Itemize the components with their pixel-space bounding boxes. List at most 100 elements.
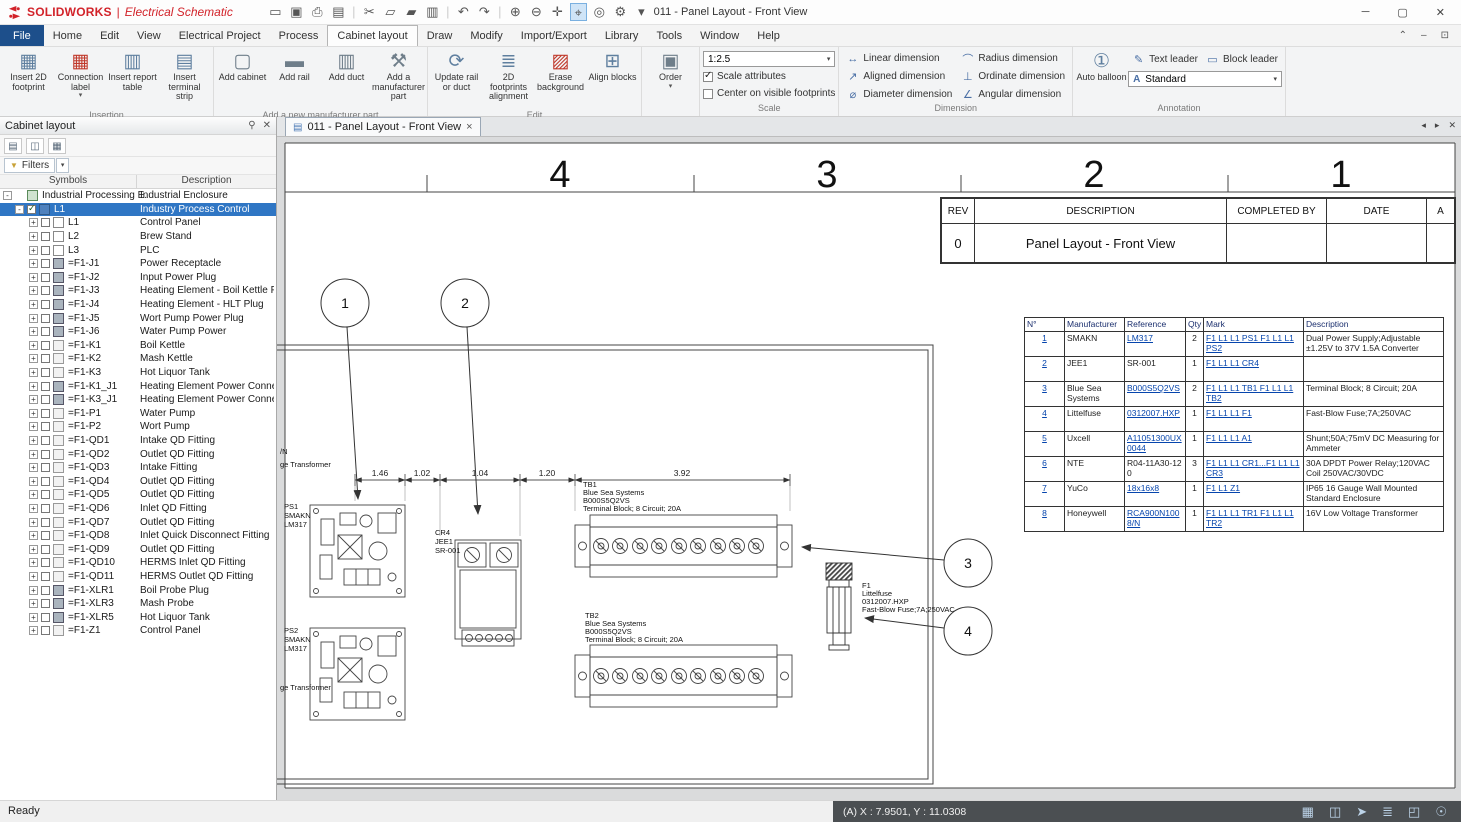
- tree-checkbox[interactable]: [41, 409, 50, 418]
- tree-row[interactable]: + =F1-J5 Wort Pump Power Plug: [0, 311, 276, 325]
- expand-toggle[interactable]: -: [3, 191, 12, 200]
- viewport-icon[interactable]: ◰: [1408, 804, 1420, 820]
- tree-checkbox[interactable]: [41, 586, 50, 595]
- expand-toggle[interactable]: +: [29, 354, 38, 363]
- expand-toggle[interactable]: +: [29, 518, 38, 527]
- insert-2d-footprint[interactable]: ▦Insert 2D footprint: [3, 48, 54, 110]
- expand-toggle[interactable]: +: [29, 314, 38, 323]
- grid-view-icon[interactable]: ▦: [48, 138, 66, 154]
- line-style-icon[interactable]: ≣: [1382, 804, 1393, 820]
- bom-row[interactable]: 2 JEE1 SR-001 1 F1 L1 L1 CR4: [1025, 357, 1444, 382]
- bom-row[interactable]: 7 YuCo 18x16x8 1 F1 L1 Z1 IP65 16 Gauge …: [1025, 482, 1444, 507]
- tree-checkbox[interactable]: [41, 327, 50, 336]
- paste-icon[interactable]: ▰: [403, 3, 420, 21]
- close-panel-icon[interactable]: ✕: [263, 120, 271, 131]
- tree-row[interactable]: + =F1-K2 Mash Kettle: [0, 352, 276, 366]
- bom-mark-link[interactable]: F1 L1 L1 TR1 F1 L1 L1 TR2: [1206, 508, 1294, 528]
- menu-item[interactable]: Import/Export: [512, 25, 596, 46]
- tree-row[interactable]: + =F1-QD7 Outlet QD Fitting: [0, 515, 276, 529]
- bom-mark-link[interactable]: F1 L1 L1 CR1...F1 L1 L1 CR3: [1206, 458, 1300, 478]
- tree-checkbox[interactable]: [41, 422, 50, 431]
- separator[interactable]: |: [351, 3, 357, 21]
- tree-checkbox[interactable]: [41, 572, 50, 581]
- close-button[interactable]: ✕: [1436, 6, 1445, 19]
- expand-toggle[interactable]: +: [29, 409, 38, 418]
- bom-number-link[interactable]: 3: [1042, 383, 1047, 393]
- 2d-footprints-alignment[interactable]: ≣2D footprints alignment: [483, 48, 534, 110]
- tree-checkbox[interactable]: [41, 314, 50, 323]
- insert-terminal-strip[interactable]: ▤Insert terminal strip: [159, 48, 210, 110]
- expand-toggle[interactable]: +: [29, 232, 38, 241]
- tree-row[interactable]: + =F1-QD6 Inlet QD Fitting: [0, 502, 276, 516]
- tree-row[interactable]: + =F1-QD5 Outlet QD Fitting: [0, 488, 276, 502]
- tree-checkbox[interactable]: [41, 259, 50, 268]
- bom-row[interactable]: 5 Uxcell A11051300UX0044 1 F1 L1 L1 A1 S…: [1025, 432, 1444, 457]
- bom-mark-link[interactable]: F1 L1 L1 TB1 F1 L1 L1 TB2: [1206, 383, 1293, 403]
- expand-toggle[interactable]: +: [29, 436, 38, 445]
- auto-balloon-button[interactable]: ①Auto balloon: [1076, 48, 1127, 103]
- tree-row[interactable]: + =F1-QD1 Intake QD Fitting: [0, 434, 276, 448]
- menu-item[interactable]: Cabinet layout: [327, 25, 417, 46]
- tree-row[interactable]: + =F1-J4 Heating Element - HLT Plug: [0, 298, 276, 312]
- bom-number-link[interactable]: 7: [1042, 483, 1047, 493]
- expand-toggle[interactable]: +: [29, 477, 38, 486]
- redo-icon[interactable]: ↷: [476, 3, 493, 21]
- tree-row[interactable]: + =F1-K1_J1 Heating Element Power Conne.…: [0, 379, 276, 393]
- save-icon[interactable]: ▣: [288, 3, 305, 21]
- bom-reference-link[interactable]: 0312007.HXP: [1127, 408, 1180, 418]
- bom-row[interactable]: 4 Littelfuse 0312007.HXP 1 F1 L1 L1 F1 F…: [1025, 407, 1444, 432]
- tb2-footprint[interactable]: [575, 645, 792, 707]
- expand-toggle[interactable]: +: [29, 327, 38, 336]
- menu-item[interactable]: Tools: [647, 25, 691, 46]
- erase-background[interactable]: ▨Erase background: [535, 48, 586, 110]
- tree-row[interactable]: + =F1-P1 Water Pump: [0, 407, 276, 421]
- tree-checkbox[interactable]: [41, 477, 50, 486]
- help-badge-icon[interactable]: ⊡: [1441, 30, 1449, 41]
- bom-row[interactable]: 8 Honeywell RCA900N1008/N 1 F1 L1 L1 TR1…: [1025, 507, 1444, 532]
- menu-item[interactable]: Process: [270, 25, 328, 46]
- tree-checkbox[interactable]: [41, 246, 50, 255]
- bom-mark-link[interactable]: F1 L1 L1 F1: [1206, 408, 1252, 418]
- user-icon[interactable]: ☉: [1435, 804, 1447, 820]
- expand-toggle[interactable]: +: [29, 613, 38, 622]
- tree-row[interactable]: + L2 Brew Stand: [0, 230, 276, 244]
- tree-row[interactable]: + =F1-QD4 Outlet QD Fitting: [0, 474, 276, 488]
- symbols-column-header[interactable]: Symbols: [0, 175, 137, 188]
- description-column-header[interactable]: Description: [137, 175, 276, 188]
- expand-toggle[interactable]: +: [29, 626, 38, 635]
- zoom-in-icon[interactable]: ⊕: [507, 3, 524, 21]
- ps1-footprint[interactable]: [310, 505, 405, 597]
- tree-row[interactable]: + =F1-K1 Boil Kettle: [0, 339, 276, 353]
- menu-item[interactable]: Help: [748, 25, 789, 46]
- bom-reference-link[interactable]: B000S5Q2VS: [1127, 383, 1180, 393]
- tree-checkbox[interactable]: [41, 504, 50, 513]
- bom-reference-link[interactable]: SR-001: [1127, 358, 1156, 368]
- aligned-dimension[interactable]: ↗Aligned dimension: [842, 68, 956, 85]
- tree-row[interactable]: + =F1-J1 Power Receptacle: [0, 257, 276, 271]
- tree-row[interactable]: + =F1-XLR1 Boil Probe Plug: [0, 583, 276, 597]
- tree-checkbox[interactable]: [41, 232, 50, 241]
- drawing-canvas[interactable]: 4 3 2 1: [277, 137, 1461, 800]
- update-rail-or-duct[interactable]: ⟳Update rail or duct: [431, 48, 482, 110]
- scale-select[interactable]: 1:2.5▾: [703, 51, 835, 67]
- expand-toggle[interactable]: +: [29, 341, 38, 350]
- snap-icon[interactable]: ◫: [1329, 804, 1341, 820]
- tree-checkbox[interactable]: [41, 218, 50, 227]
- crosshair-icon[interactable]: ⌖: [570, 3, 587, 21]
- tree-checkbox[interactable]: [41, 558, 50, 567]
- cursor-icon[interactable]: ➤: [1356, 804, 1367, 820]
- tree-checkbox[interactable]: [41, 395, 50, 404]
- block-leader-button[interactable]: ▭Block leader: [1202, 51, 1282, 68]
- bom-row[interactable]: 1 SMAKN LM317 2 F1 L1 L1 PS1 F1 L1 L1 PS…: [1025, 332, 1444, 357]
- tab-close-icon[interactable]: ✕: [1448, 120, 1456, 131]
- tree-row[interactable]: + =F1-K3 Hot Liquor Tank: [0, 366, 276, 380]
- expand-toggle[interactable]: +: [29, 273, 38, 282]
- collapse-ribbon-icon[interactable]: ⌃: [1399, 30, 1407, 41]
- tree-checkbox[interactable]: [41, 341, 50, 350]
- tree-row[interactable]: + =F1-J2 Input Power Plug: [0, 271, 276, 285]
- tree-row[interactable]: - L1 Industry Process Control: [0, 203, 276, 217]
- tree-row[interactable]: + =F1-QD2 Outlet QD Fitting: [0, 447, 276, 461]
- menu-item[interactable]: Draw: [418, 25, 462, 46]
- add-rail[interactable]: ▬Add rail: [269, 48, 320, 110]
- order[interactable]: ▣Order▾: [645, 48, 696, 103]
